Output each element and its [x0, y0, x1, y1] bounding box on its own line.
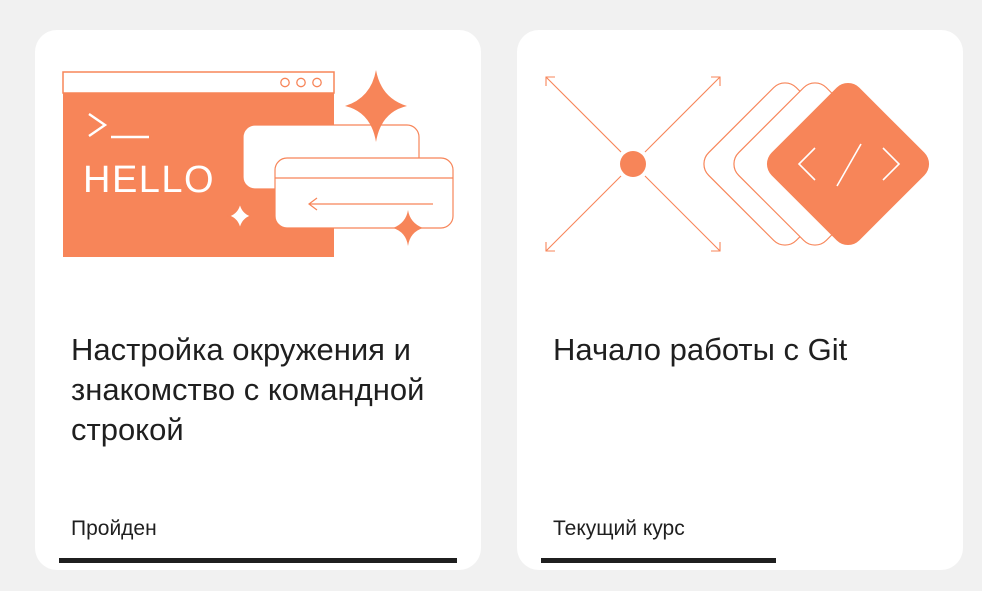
terminal-illustration: HELLO: [62, 70, 454, 257]
course-title: Настройка окружения и знакомство с коман…: [71, 332, 425, 447]
course-card-git[interactable]: Начало работы с Git Текущий курс: [517, 30, 963, 570]
git-illustration: [545, 76, 930, 252]
arrow-down-left-icon: [545, 163, 634, 252]
arrow-up-left-icon: [545, 76, 634, 165]
progress-bar: [541, 558, 939, 563]
course-card-command-line[interactable]: HELLO Настройка окружения и знакомство с…: [35, 30, 481, 570]
progress-bar: [59, 558, 457, 563]
hello-text: HELLO: [83, 159, 215, 201]
progress-bar-fill: [59, 558, 457, 563]
window-dot-icon: [296, 77, 306, 88]
window-dot-icon: [312, 77, 322, 88]
course-status: Текущий курс: [553, 517, 685, 540]
arrow-up-right-icon: [632, 76, 721, 165]
center-dot-icon: [620, 151, 646, 177]
course-status: Пройден: [71, 517, 157, 540]
course-title: Начало работы с Git: [553, 332, 848, 367]
window-dot-icon: [280, 77, 290, 88]
message-card-front: [274, 157, 454, 229]
terminal-titlebar: [62, 71, 335, 94]
progress-bar-fill: [541, 558, 776, 563]
arrow-down-right-icon: [632, 163, 721, 252]
